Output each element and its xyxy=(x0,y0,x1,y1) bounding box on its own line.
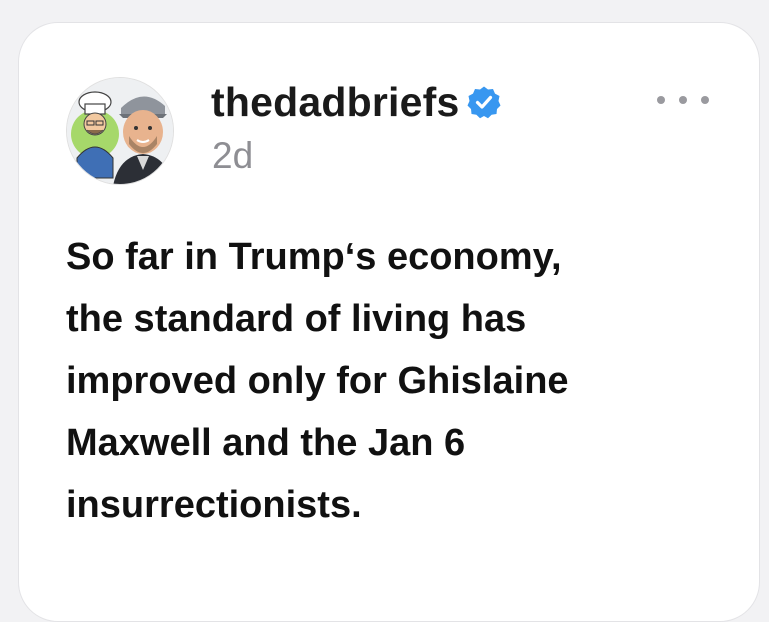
post-card: thedadbriefs 2d So far in Trump‘s econom… xyxy=(18,22,760,622)
verified-badge-icon xyxy=(467,85,501,119)
more-dot xyxy=(679,96,687,104)
post-text-line: insurrectionists. xyxy=(66,484,362,526)
post-text-line: Maxwell and the Jan 6 xyxy=(66,422,466,464)
more-dot xyxy=(701,96,709,104)
post-text-line: improved only for Ghislaine xyxy=(66,360,569,402)
post-text: So far in Trump‘s economy, the standard … xyxy=(66,226,746,536)
post-text-line: the standard of living has xyxy=(66,298,527,340)
avatar-image xyxy=(67,78,173,184)
username[interactable]: thedadbriefs xyxy=(211,79,459,126)
avatar[interactable] xyxy=(66,77,174,185)
post-text-line: So far in Trump‘s economy, xyxy=(66,236,562,278)
more-dot xyxy=(657,96,665,104)
username-row: thedadbriefs xyxy=(211,77,501,127)
timestamp: 2d xyxy=(212,135,254,176)
more-options-icon[interactable] xyxy=(657,89,709,111)
